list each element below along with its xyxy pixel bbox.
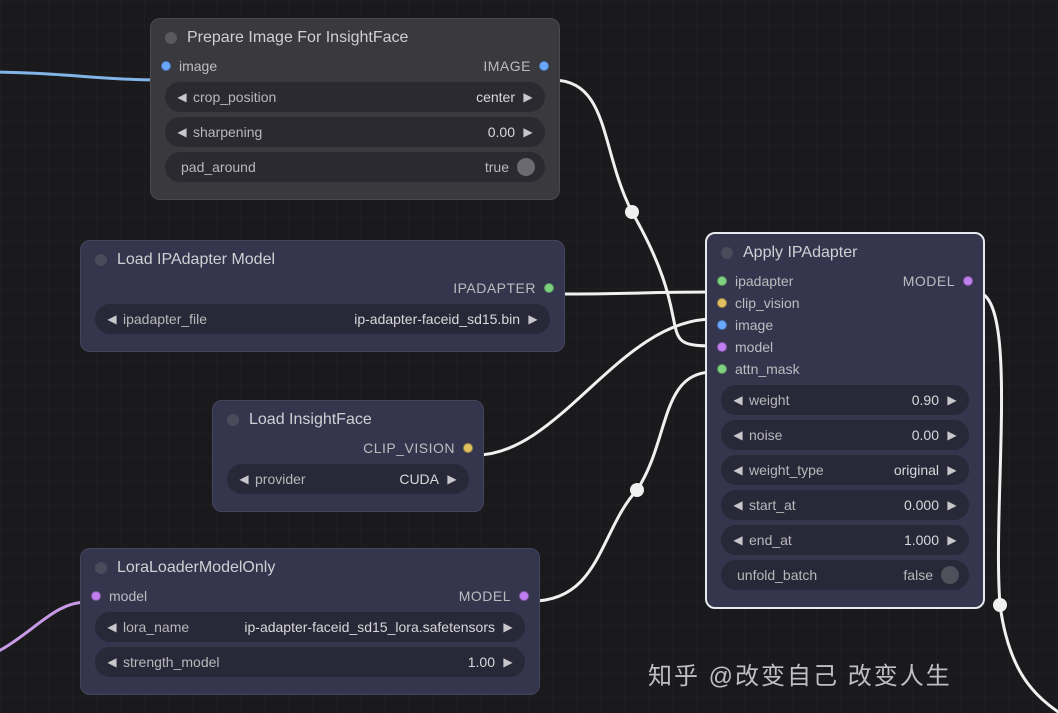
node-prepare-image[interactable]: Prepare Image For InsightFace image IMAG… [150,18,560,200]
collapse-icon[interactable] [721,247,733,259]
input-port-image[interactable] [161,61,171,71]
widget-strength-model[interactable]: ◀ strength_model 1.00 ▶ [95,647,525,677]
widget-start-at[interactable]: ◀ start_at 0.000 ▶ [721,490,969,520]
io-label: MODEL [459,588,511,604]
node-load-insightface[interactable]: Load InsightFace CLIP_VISION ◀ provider … [212,400,484,512]
widget-noise[interactable]: ◀ noise 0.00 ▶ [721,420,969,450]
input-port-model[interactable] [91,591,101,601]
node-title: Prepare Image For InsightFace [187,29,408,47]
input-port-clip-vision[interactable] [717,298,727,308]
arrow-right-icon[interactable]: ▶ [519,90,537,104]
arrow-left-icon[interactable]: ◀ [729,498,747,512]
output-port-model[interactable] [519,591,529,601]
io-label: model [109,588,147,604]
arrow-left-icon[interactable]: ◀ [729,463,747,477]
io-label: model [735,339,773,355]
io-label: attn_mask [735,361,800,377]
node-title: LoraLoaderModelOnly [117,559,275,577]
node-apply-ipadapter[interactable]: Apply IPAdapter ipadapter MODEL clip_vis… [705,232,985,609]
arrow-right-icon[interactable]: ▶ [499,620,517,634]
output-port-clip-vision[interactable] [463,443,473,453]
output-port-model[interactable] [963,276,973,286]
io-label: CLIP_VISION [363,440,455,456]
output-port-image[interactable] [539,61,549,71]
input-port-ipadapter[interactable] [717,276,727,286]
arrow-right-icon[interactable]: ▶ [519,125,537,139]
collapse-icon[interactable] [227,414,239,426]
input-port-image[interactable] [717,320,727,330]
arrow-left-icon[interactable]: ◀ [103,312,121,326]
arrow-right-icon[interactable]: ▶ [499,655,517,669]
arrow-left-icon[interactable]: ◀ [173,125,191,139]
collapse-icon[interactable] [95,254,107,266]
io-label: IPADAPTER [453,280,536,296]
reroute-dot[interactable] [993,598,1007,612]
toggle-icon[interactable] [941,566,959,584]
widget-end-at[interactable]: ◀ end_at 1.000 ▶ [721,525,969,555]
widget-pad-around[interactable]: pad_around true [165,152,545,182]
collapse-icon[interactable] [95,562,107,574]
arrow-right-icon[interactable]: ▶ [943,428,961,442]
arrow-right-icon[interactable]: ▶ [943,463,961,477]
output-port-ipadapter[interactable] [544,283,554,293]
arrow-left-icon[interactable]: ◀ [729,428,747,442]
arrow-left-icon[interactable]: ◀ [103,620,121,634]
arrow-right-icon[interactable]: ▶ [943,498,961,512]
node-lora-loader[interactable]: LoraLoaderModelOnly model MODEL ◀ lora_n… [80,548,540,695]
arrow-left-icon[interactable]: ◀ [103,655,121,669]
widget-weight-type[interactable]: ◀ weight_type original ▶ [721,455,969,485]
reroute-dot[interactable] [630,483,644,497]
io-label: MODEL [903,273,955,289]
arrow-right-icon[interactable]: ▶ [443,472,461,486]
arrow-left-icon[interactable]: ◀ [729,533,747,547]
widget-weight[interactable]: ◀ weight 0.90 ▶ [721,385,969,415]
widget-lora-name[interactable]: ◀ lora_name ip-adapter-faceid_sd15_lora.… [95,612,525,642]
io-label: image [179,58,217,74]
io-label: clip_vision [735,295,800,311]
arrow-right-icon[interactable]: ▶ [943,393,961,407]
node-title: Apply IPAdapter [743,244,857,262]
widget-crop-position[interactable]: ◀ crop_position center ▶ [165,82,545,112]
io-label: IMAGE [483,58,531,74]
reroute-dot[interactable] [625,205,639,219]
input-port-attn-mask[interactable] [717,364,727,374]
widget-unfold-batch[interactable]: unfold_batch false [721,560,969,590]
arrow-right-icon[interactable]: ▶ [524,312,542,326]
arrow-right-icon[interactable]: ▶ [943,533,961,547]
arrow-left-icon[interactable]: ◀ [235,472,253,486]
widget-provider[interactable]: ◀ provider CUDA ▶ [227,464,469,494]
widget-sharpening[interactable]: ◀ sharpening 0.00 ▶ [165,117,545,147]
watermark-text: 知乎 @改变自己 改变人生 [648,656,952,691]
node-title: Load IPAdapter Model [117,251,275,269]
widget-ipadapter-file[interactable]: ◀ ipadapter_file ip-adapter-faceid_sd15.… [95,304,550,334]
io-label: ipadapter [735,273,793,289]
node-load-ipadapter[interactable]: Load IPAdapter Model IPADAPTER ◀ ipadapt… [80,240,565,352]
io-label: image [735,317,773,333]
arrow-left-icon[interactable]: ◀ [729,393,747,407]
toggle-icon[interactable] [517,158,535,176]
node-title: Load InsightFace [249,411,372,429]
input-port-model[interactable] [717,342,727,352]
arrow-left-icon[interactable]: ◀ [173,90,191,104]
collapse-icon[interactable] [165,32,177,44]
